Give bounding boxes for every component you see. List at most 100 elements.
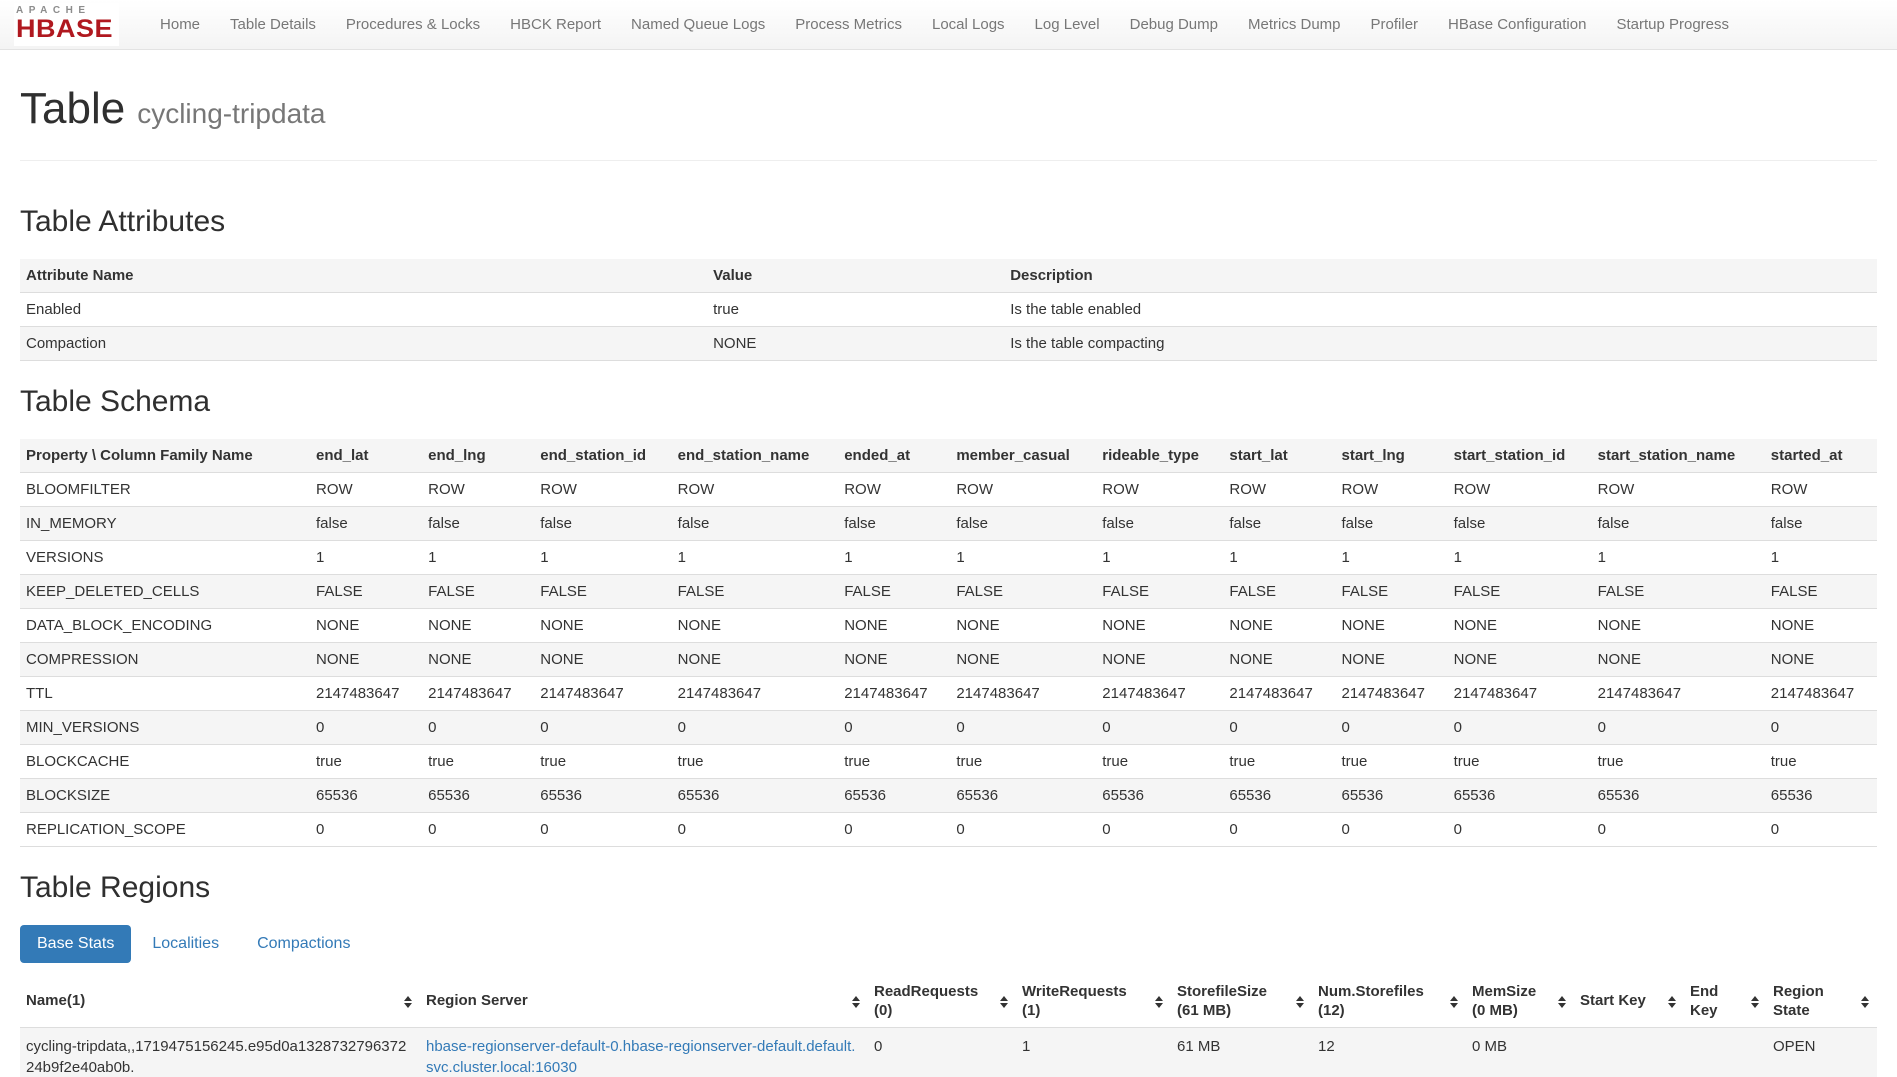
schema-property-cell: IN_MEMORY bbox=[20, 507, 310, 541]
region-start-key-cell bbox=[1574, 1027, 1684, 1077]
schema-value-cell: NONE bbox=[1223, 643, 1335, 677]
regions-col-region-state[interactable]: Region State bbox=[1767, 977, 1877, 1027]
schema-row-bloomfilter: BLOOMFILTERROWROWROWROWROWROWROWROWROWRO… bbox=[20, 473, 1877, 507]
page-header: Tablecycling-tripdata bbox=[20, 84, 1877, 161]
nav-item-hbase-configuration[interactable]: HBase Configuration bbox=[1433, 1, 1601, 48]
nav-item-process-metrics[interactable]: Process Metrics bbox=[780, 1, 917, 48]
schema-family-member-casual: member_casual bbox=[950, 439, 1096, 473]
schema-value-cell: 2147483647 bbox=[1096, 677, 1223, 711]
schema-value-cell: 0 bbox=[1223, 711, 1335, 745]
schema-value-cell: false bbox=[1765, 507, 1877, 541]
logo-hbase-text: HBASE bbox=[16, 17, 113, 42]
schema-value-cell: ROW bbox=[534, 473, 671, 507]
regions-col-region-server[interactable]: Region Server bbox=[420, 977, 868, 1027]
sort-icon bbox=[1296, 996, 1304, 1008]
schema-heading: Table Schema bbox=[20, 385, 1877, 419]
schema-value-cell: NONE bbox=[1223, 609, 1335, 643]
regions-table: Name(1) Region ServerReadRequests (0)Writ… bbox=[20, 977, 1877, 1077]
regions-col-writerequests-1[interactable]: WriteRequests (1) bbox=[1016, 977, 1171, 1027]
sort-icon bbox=[1861, 996, 1869, 1008]
region-write-requests-cell: 1 bbox=[1016, 1027, 1171, 1077]
schema-family-end-station-id: end_station_id bbox=[534, 439, 671, 473]
nav-item-named-queue-logs[interactable]: Named Queue Logs bbox=[616, 1, 780, 48]
hbase-logo[interactable]: APACHE HBASE bbox=[14, 3, 119, 46]
regions-col-readrequests-0[interactable]: ReadRequests (0) bbox=[868, 977, 1016, 1027]
sort-down-arrow-icon bbox=[404, 1003, 412, 1008]
regions-tabs: Base StatsLocalitiesCompactions bbox=[20, 925, 1877, 963]
regions-tab-compactions[interactable]: Compactions bbox=[240, 925, 367, 963]
schema-family-ended-at: ended_at bbox=[838, 439, 950, 473]
schema-value-cell: 0 bbox=[534, 711, 671, 745]
schema-family-rideable-type: rideable_type bbox=[1096, 439, 1223, 473]
sort-icon bbox=[1668, 996, 1676, 1008]
schema-value-cell: NONE bbox=[1592, 643, 1765, 677]
nav-item-home[interactable]: Home bbox=[145, 1, 215, 48]
regions-header-row: Name(1) Region ServerReadRequests (0)Writ… bbox=[20, 977, 1877, 1027]
schema-value-cell: NONE bbox=[534, 609, 671, 643]
schema-property-cell: VERSIONS bbox=[20, 541, 310, 575]
nav-item-profiler[interactable]: Profiler bbox=[1356, 1, 1434, 48]
nav-item-table-details[interactable]: Table Details bbox=[215, 1, 331, 48]
nav-item-startup-progress[interactable]: Startup Progress bbox=[1601, 1, 1744, 48]
schema-value-cell: 0 bbox=[838, 711, 950, 745]
schema-value-cell: 65536 bbox=[1448, 779, 1592, 813]
region-server-link[interactable]: hbase-regionserver-default-0.hbase-regio… bbox=[426, 1038, 855, 1076]
schema-value-cell: 0 bbox=[1335, 813, 1447, 847]
schema-value-cell: false bbox=[1592, 507, 1765, 541]
regions-tab-localities[interactable]: Localities bbox=[135, 925, 236, 963]
schema-value-cell: 1 bbox=[1223, 541, 1335, 575]
regions-col-start-key[interactable]: Start Key bbox=[1574, 977, 1684, 1027]
schema-value-cell: 65536 bbox=[672, 779, 839, 813]
schema-value-cell: FALSE bbox=[838, 575, 950, 609]
schema-row-data-block-encoding: DATA_BLOCK_ENCODINGNONENONENONENONENONEN… bbox=[20, 609, 1877, 643]
sort-up-arrow-icon bbox=[404, 996, 412, 1001]
nav-item-log-level[interactable]: Log Level bbox=[1020, 1, 1115, 48]
regions-col-inner: WriteRequests (1) bbox=[1022, 983, 1163, 1021]
schema-value-cell: ROW bbox=[1765, 473, 1877, 507]
schema-value-cell: 65536 bbox=[1765, 779, 1877, 813]
regions-col-num-storefiles-12[interactable]: Num.Storefiles (12) bbox=[1312, 977, 1466, 1027]
region-end-key-cell bbox=[1684, 1027, 1767, 1077]
nav-item-metrics-dump[interactable]: Metrics Dump bbox=[1233, 1, 1356, 48]
regions-col-label: Start Key bbox=[1580, 992, 1662, 1011]
schema-value-cell: 1 bbox=[310, 541, 422, 575]
schema-value-cell: 0 bbox=[1096, 711, 1223, 745]
regions-col-label: Num.Storefiles (12) bbox=[1318, 983, 1444, 1021]
schema-value-cell: NONE bbox=[1448, 643, 1592, 677]
schema-value-cell: NONE bbox=[1448, 609, 1592, 643]
regions-col-inner: StorefileSize (61 MB) bbox=[1177, 983, 1304, 1021]
schema-value-cell: ROW bbox=[1096, 473, 1223, 507]
regions-col-end-key[interactable]: End Key bbox=[1684, 977, 1767, 1027]
sort-down-arrow-icon bbox=[1558, 1003, 1566, 1008]
schema-value-cell: 65536 bbox=[1335, 779, 1447, 813]
schema-value-cell: 1 bbox=[672, 541, 839, 575]
regions-col-label: Name(1) bbox=[26, 992, 398, 1011]
schema-value-cell: 65536 bbox=[1096, 779, 1223, 813]
schema-value-cell: 0 bbox=[950, 711, 1096, 745]
schema-value-cell: FALSE bbox=[310, 575, 422, 609]
schema-value-cell: 2147483647 bbox=[950, 677, 1096, 711]
nav-item-local-logs[interactable]: Local Logs bbox=[917, 1, 1020, 48]
schema-value-cell: true bbox=[950, 745, 1096, 779]
nav-item-procedures-locks[interactable]: Procedures & Locks bbox=[331, 1, 495, 48]
attributes-header-row: Attribute NameValueDescription bbox=[20, 259, 1877, 293]
schema-value-cell: 0 bbox=[1448, 813, 1592, 847]
nav-item-hbck-report[interactable]: HBCK Report bbox=[495, 1, 616, 48]
sort-icon bbox=[852, 996, 860, 1008]
schema-family-end-lat: end_lat bbox=[310, 439, 422, 473]
regions-col-storefilesize-61-mb[interactable]: StorefileSize (61 MB) bbox=[1171, 977, 1312, 1027]
sort-up-arrow-icon bbox=[1861, 996, 1869, 1001]
schema-corner-header: Property \ Column Family Name bbox=[20, 439, 310, 473]
schema-value-cell: ROW bbox=[1335, 473, 1447, 507]
schema-property-cell: BLOCKSIZE bbox=[20, 779, 310, 813]
nav-item-debug-dump[interactable]: Debug Dump bbox=[1115, 1, 1233, 48]
schema-value-cell: ROW bbox=[1223, 473, 1335, 507]
regions-col-name-1[interactable]: Name(1) bbox=[20, 977, 420, 1027]
schema-value-cell: 65536 bbox=[422, 779, 534, 813]
regions-col-memsize-0-mb[interactable]: MemSize (0 MB) bbox=[1466, 977, 1574, 1027]
regions-col-inner: Num.Storefiles (12) bbox=[1318, 983, 1458, 1021]
regions-tab-base-stats[interactable]: Base Stats bbox=[20, 925, 131, 963]
region-name-cell: cycling-tripdata,,1719475156245.e95d0a13… bbox=[20, 1027, 420, 1077]
schema-row-compression: COMPRESSIONNONENONENONENONENONENONENONEN… bbox=[20, 643, 1877, 677]
schema-value-cell: 0 bbox=[1448, 711, 1592, 745]
